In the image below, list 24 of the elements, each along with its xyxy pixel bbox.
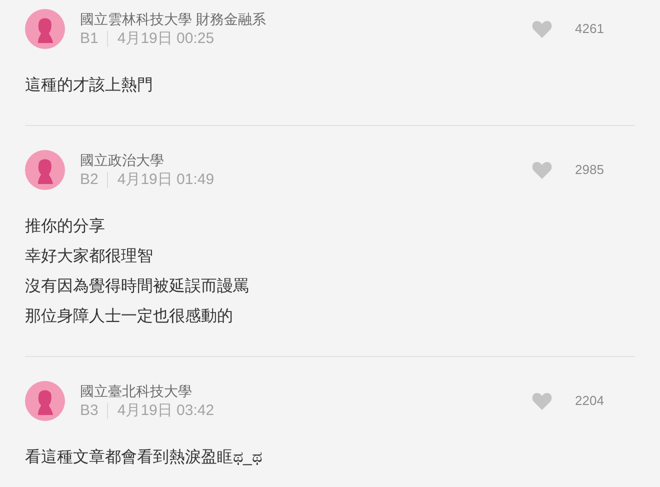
avatar-icon xyxy=(25,381,65,421)
comment-text: 推你的分享 xyxy=(25,216,106,237)
floor-number: B2 xyxy=(80,172,108,188)
comment-text: 沒有因為覺得時間被延誤而謾罵 xyxy=(25,276,250,297)
heart-icon[interactable] xyxy=(532,20,552,38)
comment-text: 那位身障人士一定也很感動的 xyxy=(25,306,234,327)
post-time: 4月19日 00:25 xyxy=(116,28,214,48)
school-name: 國立政治大學 xyxy=(80,150,165,168)
comment-text: 看這種文章都會看到熱淚盈眶ಥ_ಥ xyxy=(25,448,263,468)
comment-text: 這種的才該上熱門 xyxy=(25,76,154,96)
post-time: 4月19日 03:42 xyxy=(116,400,214,420)
avatar-icon xyxy=(25,9,65,49)
post-time: 4月19日 01:49 xyxy=(116,170,214,190)
comment-text: 幸好大家都很理智 xyxy=(25,246,154,267)
like-count: 2985 xyxy=(575,161,605,180)
school-name: 國立雲林科技大學 財務金融系 xyxy=(80,10,266,28)
floor-number: B3 xyxy=(80,402,108,418)
floor-number: B1 xyxy=(80,30,108,46)
heart-icon[interactable] xyxy=(532,392,552,410)
like-count: 4261 xyxy=(575,20,605,38)
like-count: 2204 xyxy=(575,392,605,410)
school-name: 國立臺北科技大學 xyxy=(80,382,193,400)
heart-icon[interactable] xyxy=(532,161,552,179)
avatar-icon xyxy=(25,150,65,190)
